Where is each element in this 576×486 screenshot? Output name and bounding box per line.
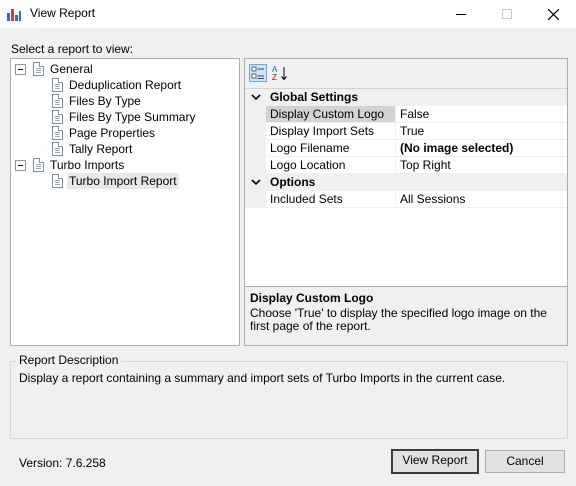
report-chart-icon xyxy=(6,6,22,22)
property-value[interactable]: (No image selected) xyxy=(397,140,513,156)
maximize-button[interactable] xyxy=(484,0,530,28)
property-grid[interactable]: A Z Global Settings Display Custom Logo … xyxy=(244,58,568,346)
tree-item-label: Deduplication Report xyxy=(69,78,182,92)
minimize-icon xyxy=(456,14,466,15)
minimize-button[interactable] xyxy=(438,0,484,28)
document-icon xyxy=(52,174,63,188)
property-name: Logo Filename xyxy=(266,140,396,156)
report-description-group: Display a report containing a summary an… xyxy=(10,361,568,439)
close-button[interactable] xyxy=(530,0,576,28)
document-icon xyxy=(52,94,63,108)
window-title: View Report xyxy=(30,6,96,20)
tree-group-label: Turbo Imports xyxy=(50,158,125,172)
category-label: Global Settings xyxy=(270,90,359,104)
property-name: Logo Location xyxy=(266,157,396,173)
help-text: Choose 'True' to display the specified l… xyxy=(250,306,547,333)
tree-item-page-properties[interactable]: Page Properties xyxy=(11,125,237,141)
property-row-display-custom-logo[interactable]: Display Custom Logo False xyxy=(245,106,567,123)
property-row-included-sets[interactable]: Included Sets All Sessions xyxy=(245,191,567,208)
categorized-icon xyxy=(251,66,264,79)
document-icon xyxy=(52,142,63,156)
tree-caption: Select a report to view: xyxy=(11,42,134,56)
property-value[interactable]: True xyxy=(397,123,424,139)
tree-group-label: General xyxy=(50,62,93,76)
tree-item-label: Page Properties xyxy=(69,126,156,140)
tree-item-tally-report[interactable]: Tally Report xyxy=(11,141,237,157)
tree-group-turbo-imports[interactable]: Turbo Imports xyxy=(11,157,237,173)
categorized-view-button[interactable] xyxy=(249,64,267,82)
property-row-logo-filename[interactable]: Logo Filename (No image selected) xyxy=(245,140,567,157)
property-name: Display Import Sets xyxy=(266,123,396,139)
maximize-icon xyxy=(502,9,512,19)
property-table[interactable]: Global Settings Display Custom Logo Fals… xyxy=(245,88,567,312)
alphabetical-view-button[interactable]: A Z xyxy=(271,64,289,82)
close-icon xyxy=(547,8,559,20)
collapse-icon[interactable] xyxy=(15,64,26,75)
property-value[interactable]: All Sessions xyxy=(397,191,465,207)
document-icon xyxy=(33,158,44,172)
property-help-pane: Display Custom Logo Choose 'True' to dis… xyxy=(245,286,567,345)
alphabetical-icon: A Z xyxy=(272,65,287,82)
tree-item-label: Tally Report xyxy=(69,142,133,156)
category-global-settings[interactable]: Global Settings xyxy=(245,89,567,106)
tree-item-turbo-import-report[interactable]: Turbo Import Report xyxy=(11,173,237,189)
tree-item-label: Turbo Import Report xyxy=(67,173,179,189)
report-description-caption: Report Description xyxy=(16,353,122,367)
tree-item-deduplication-report[interactable]: Deduplication Report xyxy=(11,77,237,93)
tree-group-general[interactable]: General xyxy=(11,61,237,77)
help-title: Display Custom Logo xyxy=(250,291,374,305)
tree-item-label: Files By Type xyxy=(69,94,141,108)
report-description-text: Display a report containing a summary an… xyxy=(19,371,506,385)
document-icon xyxy=(33,62,44,76)
property-grid-toolbar: A Z xyxy=(245,59,567,86)
title-bar: View Report xyxy=(0,0,576,28)
report-tree[interactable]: General Deduplication Report Files By Ty… xyxy=(10,58,240,346)
tree-item-files-by-type-summary[interactable]: Files By Type Summary xyxy=(11,109,237,125)
property-name: Included Sets xyxy=(266,191,396,207)
document-icon xyxy=(52,126,63,140)
svg-text:Z: Z xyxy=(272,73,277,82)
view-report-button[interactable]: View Report xyxy=(391,449,479,474)
tree-item-label: Files By Type Summary xyxy=(69,110,196,124)
property-row-logo-location[interactable]: Logo Location Top Right xyxy=(245,157,567,174)
category-options[interactable]: Options xyxy=(245,174,567,191)
version-label: Version: 7.6.258 xyxy=(19,456,106,470)
document-icon xyxy=(52,110,63,124)
property-row-display-import-sets[interactable]: Display Import Sets True xyxy=(245,123,567,140)
cancel-button[interactable]: Cancel xyxy=(485,450,565,473)
tree-item-files-by-type[interactable]: Files By Type xyxy=(11,93,237,109)
document-icon xyxy=(52,78,63,92)
property-value[interactable]: Top Right xyxy=(397,157,451,173)
category-label: Options xyxy=(270,175,316,189)
property-name: Display Custom Logo xyxy=(266,106,396,122)
collapse-icon[interactable] xyxy=(15,160,26,171)
property-value[interactable]: False xyxy=(397,106,429,122)
